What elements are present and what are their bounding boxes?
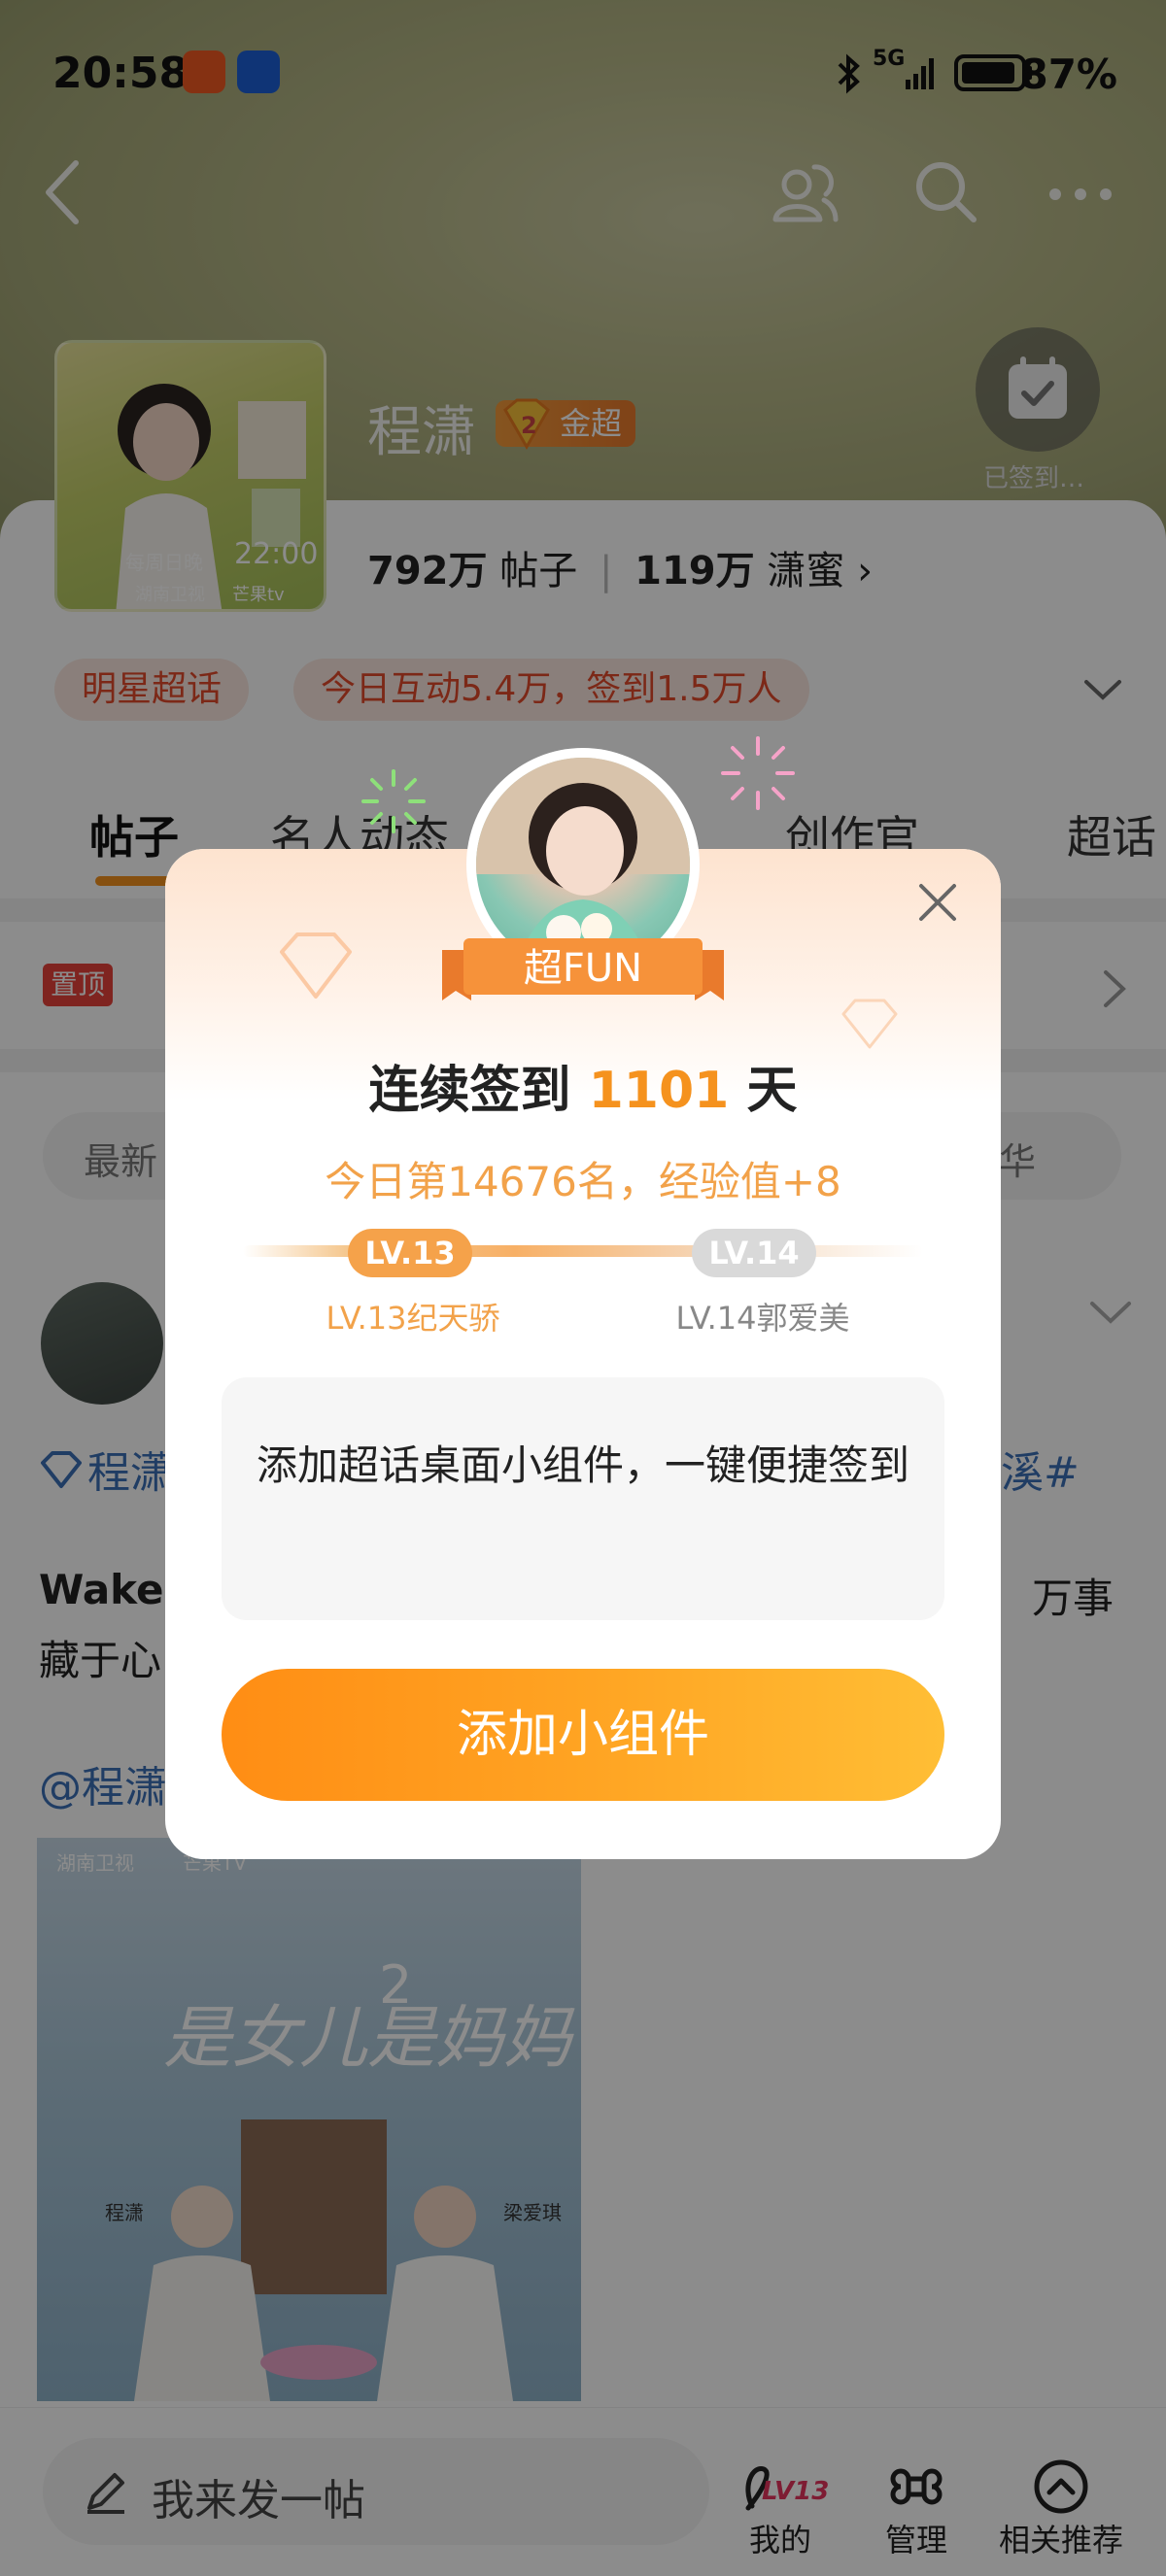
streak-prefix: 连续签到: [368, 1062, 571, 1120]
streak-days: 1101: [588, 1062, 730, 1120]
diamond-decor-icon: [280, 932, 352, 999]
ribbon-label: 超FUN: [523, 946, 643, 991]
streak-title: 连续签到 1101 天: [165, 1049, 1001, 1122]
level-progress-bar: [243, 1245, 923, 1257]
rank-text: 今日第14676名，经验值+8: [325, 1158, 841, 1205]
current-level-name: LV.13纪天骄: [326, 1300, 500, 1337]
sparkle-icon: [721, 736, 795, 810]
current-level-pill: LV.13: [348, 1229, 472, 1277]
add-widget-button[interactable]: 添加小组件: [222, 1669, 944, 1801]
widget-promo-box: [222, 1377, 944, 1620]
diamond-decor-icon: [841, 999, 898, 1049]
sparkle-icon: [361, 769, 426, 833]
widget-promo-text: 添加超话桌面小组件，一键便捷签到: [256, 1441, 909, 1489]
streak-suffix: 天: [746, 1062, 798, 1120]
close-icon[interactable]: [913, 878, 962, 927]
next-level-pill: LV.14: [692, 1229, 816, 1277]
next-level-name: LV.14郭爱美: [675, 1300, 850, 1337]
